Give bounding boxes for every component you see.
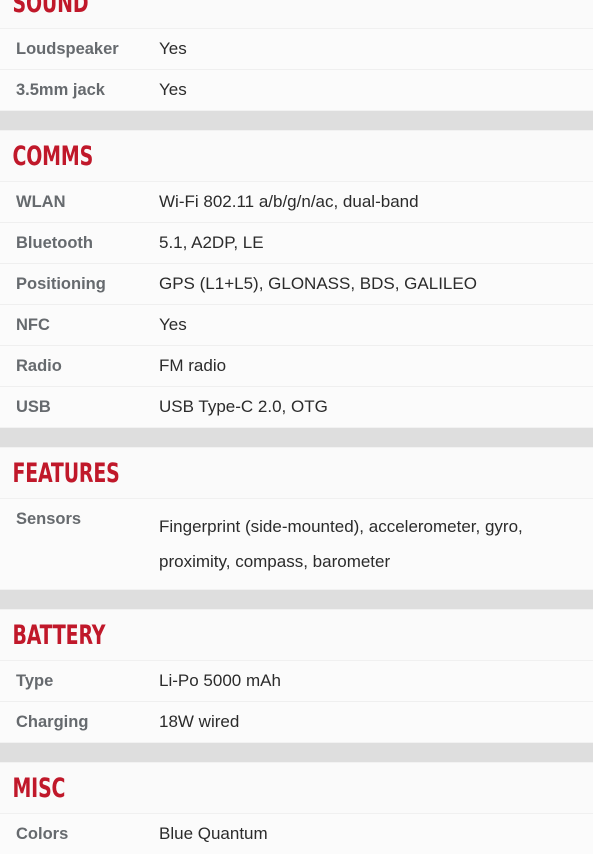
spec-label: Positioning (16, 275, 106, 293)
spec-rows-features: Sensors Fingerprint (side-mounted), accel… (0, 498, 593, 589)
spec-label: 3.5mm jack (16, 81, 105, 99)
spec-value: 18W wired (159, 712, 240, 731)
table-row: Colors Blue Quantum (0, 813, 593, 854)
specifications-sheet: SOUND Loudspeaker Yes 3.5mm jack Yes COMMS WLA… (0, 0, 593, 854)
table-row: Positioning GPS (L1+L5), GLONASS, BDS, GA… (0, 263, 593, 304)
section-heading-features: FEATURES (0, 448, 463, 498)
spec-section-comms: COMMS WLAN Wi-Fi 802.11 a/b/g/n/ac, dual-b… (0, 110, 593, 427)
spec-value: USB Type-C 2.0, OTG (159, 397, 328, 416)
spec-label: NFC (16, 316, 50, 334)
spec-label: Loudspeaker (16, 40, 119, 58)
table-row: NFC Yes (0, 304, 593, 345)
section-divider (0, 427, 593, 448)
section-heading-sound: SOUND (0, 0, 463, 28)
section-divider (0, 589, 593, 610)
table-row: 3.5mm jack Yes (0, 69, 593, 110)
spec-section-misc: MISC Colors Blue Quantum (0, 742, 593, 854)
spec-section-battery: BATTERY Type Li-Po 5000 mAh Charging 18W wir… (0, 589, 593, 742)
table-row: WLAN Wi-Fi 802.11 a/b/g/n/ac, dual-band (0, 181, 593, 222)
section-divider (0, 110, 593, 131)
spec-value: Wi-Fi 802.11 a/b/g/n/ac, dual-band (159, 192, 419, 211)
section-heading-battery: BATTERY (0, 610, 463, 660)
table-row: Bluetooth 5.1, A2DP, LE (0, 222, 593, 263)
spec-value: Yes (159, 315, 187, 334)
spec-label: Bluetooth (16, 234, 93, 252)
spec-value: Yes (159, 39, 187, 58)
spec-rows-misc: Colors Blue Quantum (0, 813, 593, 854)
spec-rows-sound: Loudspeaker Yes 3.5mm jack Yes (0, 28, 593, 110)
table-row: Loudspeaker Yes (0, 28, 593, 69)
spec-label: Sensors (16, 510, 82, 528)
spec-rows-battery: Type Li-Po 5000 mAh Charging 18W wired (0, 660, 593, 742)
table-row: Sensors Fingerprint (side-mounted), accel… (0, 498, 593, 589)
spec-value: FM radio (159, 356, 227, 375)
spec-value: 5.1, A2DP, LE (159, 233, 264, 252)
table-row: USB USB Type-C 2.0, OTG (0, 386, 593, 427)
section-heading-misc: MISC (0, 763, 463, 813)
spec-label: Type (16, 672, 54, 690)
spec-value: Yes (159, 80, 187, 99)
spec-rows-comms: WLAN Wi-Fi 802.11 a/b/g/n/ac, dual-band Bl… (0, 181, 593, 427)
spec-value: Fingerprint (side-mounted), acceleromete… (159, 517, 523, 571)
section-divider (0, 742, 593, 763)
spec-label: Charging (16, 713, 89, 731)
spec-value: Blue Quantum (159, 824, 268, 843)
table-row: Type Li-Po 5000 mAh (0, 660, 593, 701)
table-row: Charging 18W wired (0, 701, 593, 742)
spec-section-features: FEATURES Sensors Fingerprint (side-mounted… (0, 427, 593, 589)
spec-value: GPS (L1+L5), GLONASS, BDS, GALILEO (159, 274, 477, 293)
spec-label: WLAN (16, 193, 66, 211)
section-heading-comms: COMMS (0, 131, 463, 181)
spec-label: USB (16, 398, 51, 416)
table-row: Radio FM radio (0, 345, 593, 386)
spec-label: Colors (16, 825, 69, 843)
spec-value: Li-Po 5000 mAh (159, 671, 281, 690)
spec-label: Radio (16, 357, 62, 375)
spec-section-sound: SOUND Loudspeaker Yes 3.5mm jack Yes (0, 0, 593, 110)
